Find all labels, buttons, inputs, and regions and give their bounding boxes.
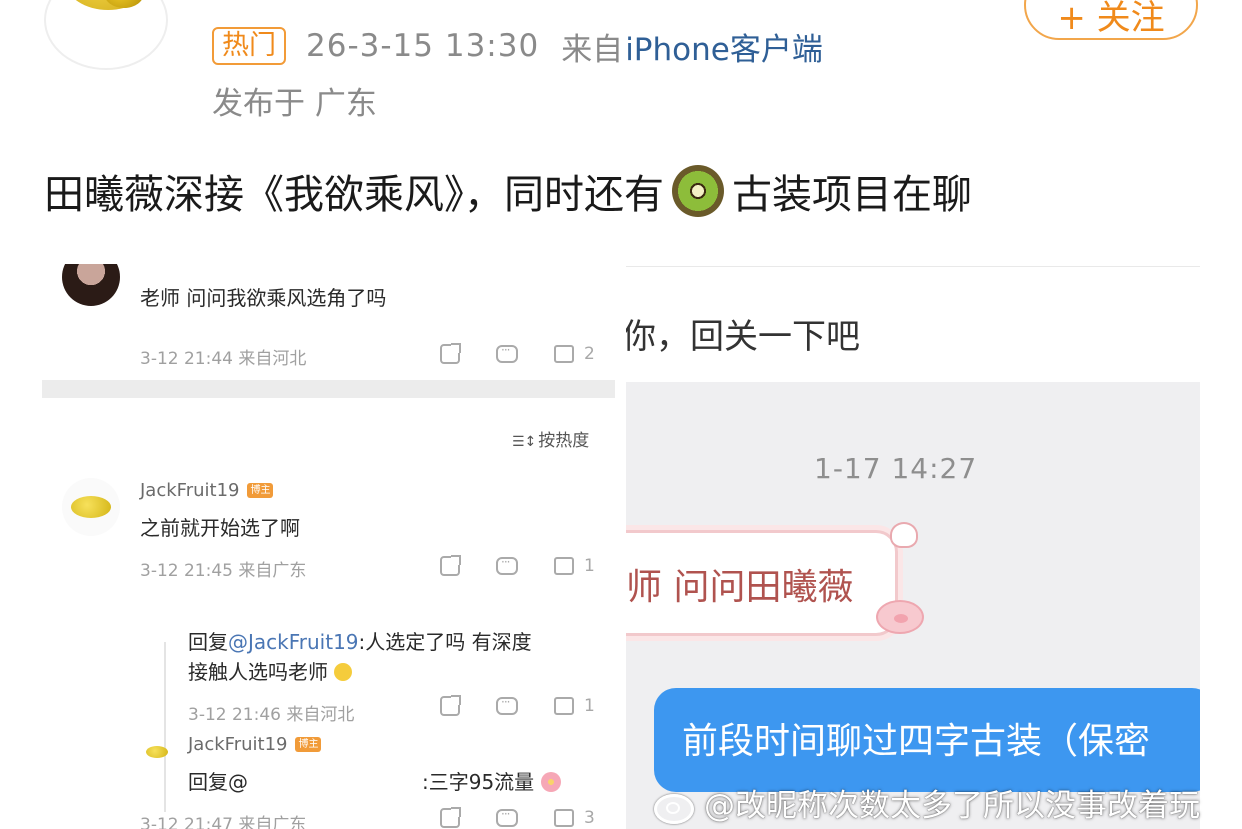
chat-timestamp: 1-17 14:27: [814, 452, 978, 485]
share-icon[interactable]: [440, 695, 461, 716]
like-icon[interactable]: [554, 809, 574, 827]
chat-top-area: 你，回关一下吧: [626, 266, 1200, 382]
post-text-part1: 田曦薇深接《我欲乘风》，同时还有: [44, 172, 664, 218]
cherry-blossom-emoji-icon: [540, 772, 561, 792]
comments-screenshot[interactable]: 老师 问问我欲乘风选角了吗 3-12 21:44 来自河北 2 ☰↕按热度 Ja…: [42, 264, 615, 829]
weibo-logo-icon: [650, 786, 696, 824]
commenter-name[interactable]: JackFruit19 博主: [140, 480, 274, 501]
share-icon[interactable]: [440, 807, 461, 828]
like-icon[interactable]: [554, 345, 574, 363]
blogger-tag: 博主: [295, 737, 322, 752]
kiwi-emoji-icon: [672, 165, 724, 217]
commenter-name-text: JackFruit19: [140, 480, 240, 501]
like-icon[interactable]: [554, 557, 574, 575]
reply-text-line2: 接触人选吗老师: [188, 656, 353, 685]
reply-text-cont: 接触人选吗老师: [188, 660, 328, 684]
reply-text: :三字95流量: [422, 766, 561, 795]
bunny-sticker-icon: [890, 522, 918, 548]
reply-text: :人选定了吗 有深度: [358, 630, 532, 654]
post-meta: 热门 26-3-15 13:30 来自 iPhone客户端: [212, 24, 823, 68]
like-count: 3: [584, 808, 595, 828]
comment-icon[interactable]: [496, 555, 518, 575]
reply-actions: 3: [440, 807, 595, 828]
post-time: 26-3-15 13:30: [306, 28, 540, 64]
author-avatar[interactable]: [44, 0, 168, 70]
reply-text-line1: 回复@JackFruit19:人选定了吗 有深度: [188, 626, 532, 655]
blogger-avatar: [62, 478, 120, 536]
reply-text-body: :三字95流量: [422, 770, 535, 794]
comment-meta: 3-12 21:45 来自广东: [140, 561, 307, 581]
share-icon[interactable]: [440, 555, 461, 576]
weibo-watermark: @改昵称次数太多了所以没事改着玩: [650, 780, 1200, 825]
source-client-link[interactable]: iPhone客户端: [625, 24, 823, 69]
incoming-message-text: 师 问问田曦薇: [626, 567, 854, 608]
blogger-tag: 博主: [247, 483, 274, 498]
comment-text: 之前就开始选了啊: [140, 516, 300, 540]
chat-screenshot[interactable]: 你，回关一下吧 1-17 14:27 师 问问田曦薇 前段时间聊过四字古装（保密: [626, 266, 1200, 829]
lemon-image: [71, 496, 111, 518]
hot-badge: 热门: [212, 27, 286, 65]
follow-button[interactable]: + 关注: [1024, 0, 1198, 40]
comment-actions: 1: [440, 555, 595, 576]
comment-icon[interactable]: [496, 343, 518, 363]
pig-sticker-icon: [876, 600, 924, 634]
reply-actions: 1: [440, 695, 595, 716]
comment-icon[interactable]: [496, 807, 518, 827]
chat-top-text: 你，回关一下吧: [626, 317, 860, 357]
blogger-avatar-small: [142, 738, 172, 768]
mention-link[interactable]: @JackFruit19: [228, 630, 359, 654]
like-icon[interactable]: [554, 697, 574, 715]
sort-label: 按热度: [538, 431, 590, 451]
post-text-part2: 古装项目在聊: [732, 172, 972, 218]
source-prefix: 来自: [561, 31, 624, 68]
like-count: 1: [584, 556, 595, 576]
comment-actions: 2: [440, 343, 595, 364]
share-icon[interactable]: [440, 343, 461, 364]
commenter-avatar: [62, 264, 120, 306]
lemon-image: [146, 746, 168, 758]
chat-area: 1-17 14:27 师 问问田曦薇 前段时间聊过四字古装（保密: [626, 382, 1200, 829]
like-count: 2: [584, 344, 595, 364]
post-body: 田曦薇深接《我欲乘风》，同时还有 古装项目在聊: [44, 162, 972, 220]
watermark-text: @改昵称次数太多了所以没事改着玩: [704, 788, 1200, 824]
reply-prefix: 回复: [188, 630, 228, 654]
reply-thread-line: [164, 642, 166, 812]
outgoing-message-text: 前段时间聊过四字古装（保密: [682, 721, 1151, 762]
reply-meta: 3-12 21:47 来自广东: [140, 815, 307, 829]
sweat-smile-emoji-icon: [334, 663, 353, 681]
reply-meta: 3-12 21:46 来自河北: [188, 705, 355, 725]
sort-by-hot-button[interactable]: ☰↕ 按热度: [512, 426, 589, 451]
like-count: 1: [584, 696, 595, 716]
reply-text-prefix: 回复@: [188, 770, 248, 794]
comment-meta: 3-12 21:44 来自河北: [140, 349, 307, 369]
sort-icon: ☰↕: [512, 434, 537, 450]
comment-text: 老师 问问我欲乘风选角了吗: [140, 286, 387, 310]
reply-author-name-text: JackFruit19: [188, 734, 288, 755]
section-divider: [42, 380, 615, 398]
post-location: 发布于 广东: [212, 86, 377, 122]
reply-author-name[interactable]: JackFruit19 博主: [188, 734, 322, 755]
comment-icon[interactable]: [496, 695, 518, 715]
